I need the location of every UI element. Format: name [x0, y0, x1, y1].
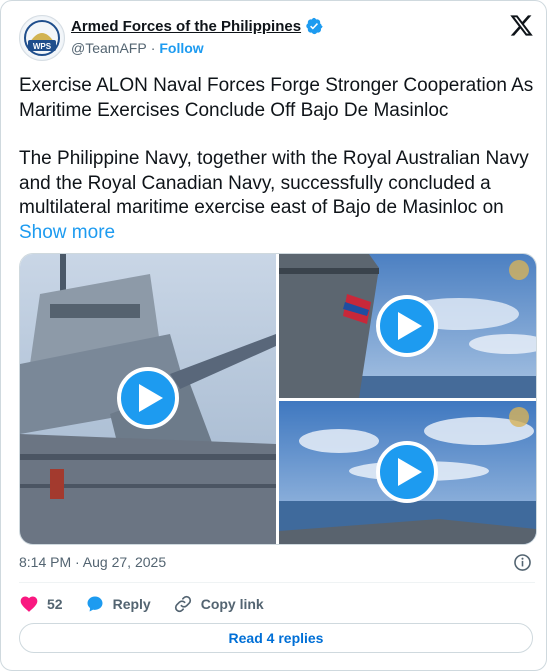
play-icon [397, 458, 422, 486]
timestamp[interactable]: 8:14 PM · Aug 27, 2025 [19, 554, 166, 570]
video-sea-horizon[interactable] [279, 401, 536, 544]
media-grid [19, 253, 537, 545]
author-name-row: Armed Forces of the Philippines [71, 17, 323, 35]
x-logo-icon[interactable] [509, 13, 534, 38]
avatar-text: WPS [33, 42, 52, 51]
copy-link-label: Copy link [200, 596, 264, 612]
tweet-text: Exercise ALON Naval Forces Forge Stronge… [19, 74, 534, 245]
read-replies-button[interactable]: Read 4 replies [19, 623, 533, 653]
reply-bubble-icon [87, 596, 103, 612]
video-ship-gun[interactable] [20, 254, 276, 544]
verified-badge-icon [306, 17, 323, 35]
link-icon [174, 595, 191, 613]
play-icon [397, 312, 422, 340]
reply-button[interactable]: Reply [85, 594, 151, 614]
like-button[interactable]: 52 [19, 594, 63, 614]
like-count: 52 [47, 596, 63, 612]
play-button[interactable] [376, 441, 438, 503]
video-ship-flag[interactable] [279, 254, 536, 398]
heart-icon [20, 596, 38, 612]
info-icon[interactable] [513, 553, 532, 572]
handle-row: @TeamAFP · Follow [71, 40, 204, 56]
play-button[interactable] [376, 295, 438, 357]
author-handle[interactable]: @TeamAFP [71, 40, 147, 56]
follow-button[interactable]: Follow [159, 40, 203, 56]
reply-label: Reply [112, 596, 151, 612]
read-replies-label: Read 4 replies [228, 630, 324, 646]
author-name[interactable]: Armed Forces of the Philippines [71, 18, 301, 35]
afp-seal-logo: WPS [21, 17, 63, 59]
handle-separator: · [150, 40, 156, 56]
play-button[interactable] [117, 367, 179, 429]
tweet-body-paragraph: The Philippine Navy, together with the R… [19, 147, 534, 245]
avatar[interactable]: WPS [19, 15, 65, 61]
tweet-body: The Philippine Navy, together with the R… [19, 148, 529, 218]
show-more-link[interactable]: Show more [19, 222, 115, 243]
action-bar: 52 Reply Copy link [19, 592, 286, 616]
tweet-headline: Exercise ALON Naval Forces Forge Stronge… [19, 75, 534, 121]
divider [19, 582, 535, 583]
tweet-card: WPS Armed Forces of the Philippines @Tea… [0, 0, 547, 671]
copy-link-button[interactable]: Copy link [173, 594, 264, 614]
play-icon [138, 384, 163, 412]
